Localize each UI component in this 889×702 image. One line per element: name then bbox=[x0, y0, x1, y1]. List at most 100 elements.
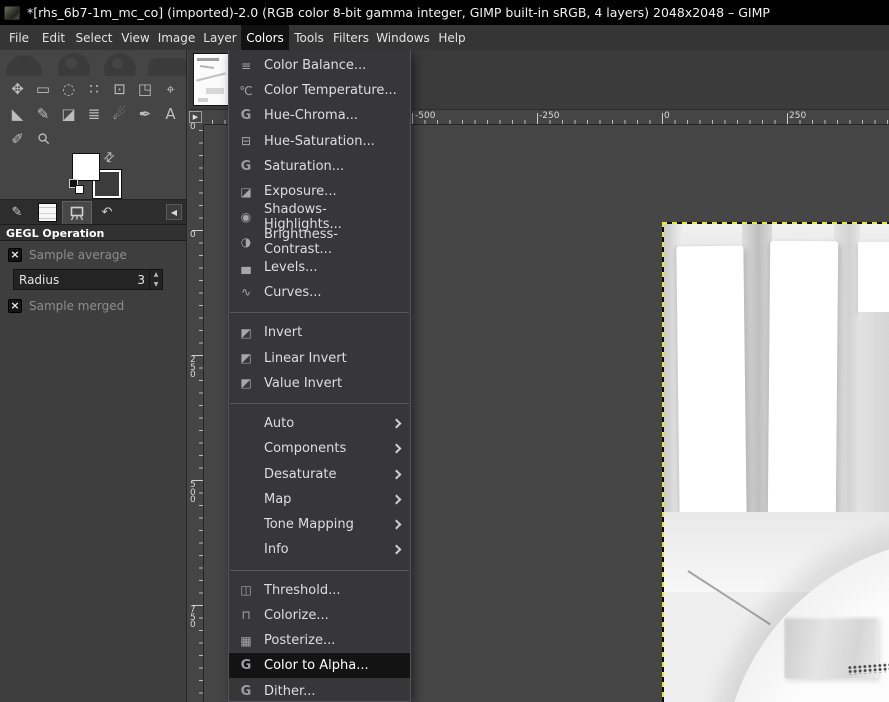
menu-item-hue-chroma[interactable]: G Hue-Chroma... bbox=[229, 103, 410, 128]
tab-tool-options[interactable]: ✎ bbox=[2, 201, 32, 224]
sample-average-checkbox[interactable]: × bbox=[8, 248, 22, 262]
menu-item-value-invert[interactable]: ◩ Value Invert bbox=[229, 371, 410, 396]
free-select-tool-icon[interactable]: ◌ bbox=[56, 76, 81, 101]
gegl-icon: G bbox=[238, 684, 254, 699]
hruler-label: 250 bbox=[789, 111, 806, 121]
menu-item-shadows-highlights[interactable]: ◉ Shadows-Highlights... bbox=[229, 204, 410, 229]
menu-item-linear-invert[interactable]: ◩ Linear Invert bbox=[229, 345, 410, 370]
tool-options-panel: × Sample average Radius 3 ▲ ▼ × Sample m… bbox=[0, 241, 186, 702]
text-tool-icon[interactable]: A bbox=[158, 101, 183, 126]
titlebar: *[rhs_6b7-1m_mc_co] (imported)-2.0 (RGB … bbox=[0, 0, 889, 25]
crop-tool-icon[interactable]: ⊡ bbox=[107, 76, 132, 101]
menu-edit[interactable]: Edit bbox=[36, 25, 71, 50]
foreground-color-swatch[interactable] bbox=[72, 153, 100, 181]
brightness-contrast-icon: ◑ bbox=[238, 235, 254, 249]
gimp-window-icon bbox=[4, 6, 20, 20]
menu-item-info[interactable]: Info bbox=[229, 537, 410, 562]
menu-item-exposure[interactable]: ◪ Exposure... bbox=[229, 179, 410, 204]
menu-windows[interactable]: Windows bbox=[373, 25, 433, 50]
toolbox-panel: ✥ ▭ ◌ ∷ ⊡ ◳ ⌖ ◣ ✎ ◪ ≣ ☄ ✒ A ✐ ⚲ ⇄ ✎ bbox=[0, 50, 187, 702]
gegl-icon: G bbox=[238, 658, 254, 673]
dock-collapse-button[interactable]: ◀ bbox=[166, 204, 182, 220]
color-temperature-icon: ℃ bbox=[238, 84, 254, 98]
menu-item-auto[interactable]: Auto bbox=[229, 411, 410, 436]
menu-item-map[interactable]: Map bbox=[229, 487, 410, 512]
radius-value[interactable]: 3 bbox=[137, 273, 149, 287]
submenu-arrow-icon bbox=[392, 444, 402, 454]
spin-up-icon[interactable]: ▲ bbox=[150, 270, 162, 280]
menu-item-label: Components bbox=[264, 441, 346, 456]
menu-image[interactable]: Image bbox=[154, 25, 199, 50]
default-colors-icon[interactable] bbox=[69, 179, 85, 195]
menu-item-label: Brightness-Contrast... bbox=[264, 227, 400, 257]
menu-item-label: Invert bbox=[264, 325, 302, 340]
menu-layer[interactable]: Layer bbox=[199, 25, 241, 50]
bucket-fill-tool-icon[interactable]: ◣ bbox=[5, 101, 30, 126]
menu-item-label: Hue-Saturation... bbox=[264, 134, 375, 149]
menu-colors[interactable]: Colors bbox=[241, 25, 289, 50]
tab-images[interactable] bbox=[32, 201, 62, 224]
menu-item-brightness-contrast[interactable]: ◑ Brightness-Contrast... bbox=[229, 229, 410, 254]
menu-view[interactable]: View bbox=[117, 25, 154, 50]
layer-boundary-top bbox=[662, 222, 889, 224]
menu-item-saturation[interactable]: G Saturation... bbox=[229, 154, 410, 179]
menu-item-tone-mapping[interactable]: Tone Mapping bbox=[229, 512, 410, 537]
image-shape bbox=[858, 242, 889, 312]
menu-item-color-to-alpha[interactable]: G Color to Alpha... bbox=[229, 653, 410, 678]
rectangle-select-tool-icon[interactable]: ▭ bbox=[31, 76, 56, 101]
menu-select[interactable]: Select bbox=[71, 25, 117, 50]
menu-item-color-balance[interactable]: ≡ Color Balance... bbox=[229, 53, 410, 78]
menu-item-hue-saturation[interactable]: ⊟ Hue-Saturation... bbox=[229, 129, 410, 154]
fuzzy-select-tool-icon[interactable]: ∷ bbox=[82, 76, 107, 101]
menu-item-label: Levels... bbox=[264, 260, 318, 275]
ink-tool-icon[interactable]: ✒ bbox=[133, 101, 158, 126]
menu-item-threshold[interactable]: ◫ Threshold... bbox=[229, 578, 410, 603]
clone-tool-icon[interactable]: ≣ bbox=[82, 101, 107, 126]
menu-help[interactable]: Help bbox=[433, 25, 471, 50]
hruler-label: 0 bbox=[664, 111, 670, 121]
invert-icon: ◩ bbox=[238, 326, 254, 340]
hue-saturation-icon: ⊟ bbox=[238, 134, 254, 148]
move-tool-icon[interactable]: ✥ bbox=[5, 76, 30, 101]
radius-spinner[interactable]: Radius 3 ▲ ▼ bbox=[13, 269, 163, 290]
menu-item-label: Value Invert bbox=[264, 376, 342, 391]
menu-item-label: Auto bbox=[264, 416, 294, 431]
menu-filters[interactable]: Filters bbox=[329, 25, 373, 50]
tab-undo-history[interactable]: ↶ bbox=[92, 201, 122, 224]
menu-item-invert[interactable]: ◩ Invert bbox=[229, 320, 410, 345]
unified-transform-tool-icon[interactable]: ◳ bbox=[133, 76, 158, 101]
menu-item-color-temperature[interactable]: ℃ Color Temperature... bbox=[229, 78, 410, 103]
swap-colors-icon[interactable]: ⇄ bbox=[100, 148, 118, 166]
menu-item-curves[interactable]: ∿ Curves... bbox=[229, 280, 410, 305]
menu-separator bbox=[230, 570, 409, 571]
vruler-label: 750 bbox=[190, 607, 197, 630]
menu-item-label: Saturation... bbox=[264, 159, 344, 174]
submenu-arrow-icon bbox=[392, 545, 402, 555]
menu-file[interactable]: File bbox=[2, 25, 36, 50]
threshold-icon: ◫ bbox=[238, 583, 254, 597]
menu-separator bbox=[230, 312, 409, 313]
layer-boundary-left bbox=[662, 222, 664, 702]
menu-item-posterize[interactable]: ▦ Posterize... bbox=[229, 628, 410, 653]
menu-item-desaturate[interactable]: Desaturate bbox=[229, 462, 410, 487]
menu-item-levels[interactable]: ▄ Levels... bbox=[229, 255, 410, 280]
exposure-icon: ◪ bbox=[238, 185, 254, 199]
menu-item-components[interactable]: Components bbox=[229, 436, 410, 461]
menu-tools[interactable]: Tools bbox=[289, 25, 329, 50]
handle-transform-tool-icon[interactable]: ⌖ bbox=[158, 76, 183, 101]
sample-merged-checkbox[interactable]: × bbox=[8, 299, 22, 313]
window-title: *[rhs_6b7-1m_mc_co] (imported)-2.0 (RGB … bbox=[27, 5, 770, 20]
menu-item-label: Colorize... bbox=[264, 608, 329, 623]
menu-item-dither[interactable]: G Dither... bbox=[229, 678, 410, 702]
menu-item-label: Exposure... bbox=[264, 184, 337, 199]
image-tab-thumbnail[interactable] bbox=[193, 53, 232, 106]
smudge-tool-icon[interactable]: ☄ bbox=[107, 101, 132, 126]
posterize-icon: ▦ bbox=[238, 634, 254, 648]
image-layer[interactable] bbox=[662, 222, 889, 702]
sample-merged-row: × Sample merged bbox=[8, 299, 178, 313]
menu-item-colorize[interactable]: ⊓ Colorize... bbox=[229, 603, 410, 628]
spin-down-icon[interactable]: ▼ bbox=[150, 280, 162, 290]
eraser-tool-icon[interactable]: ◪ bbox=[56, 101, 81, 126]
tab-device-status[interactable] bbox=[62, 201, 92, 224]
vertical-ruler[interactable]: 0 0 250 500 750 bbox=[188, 125, 204, 702]
